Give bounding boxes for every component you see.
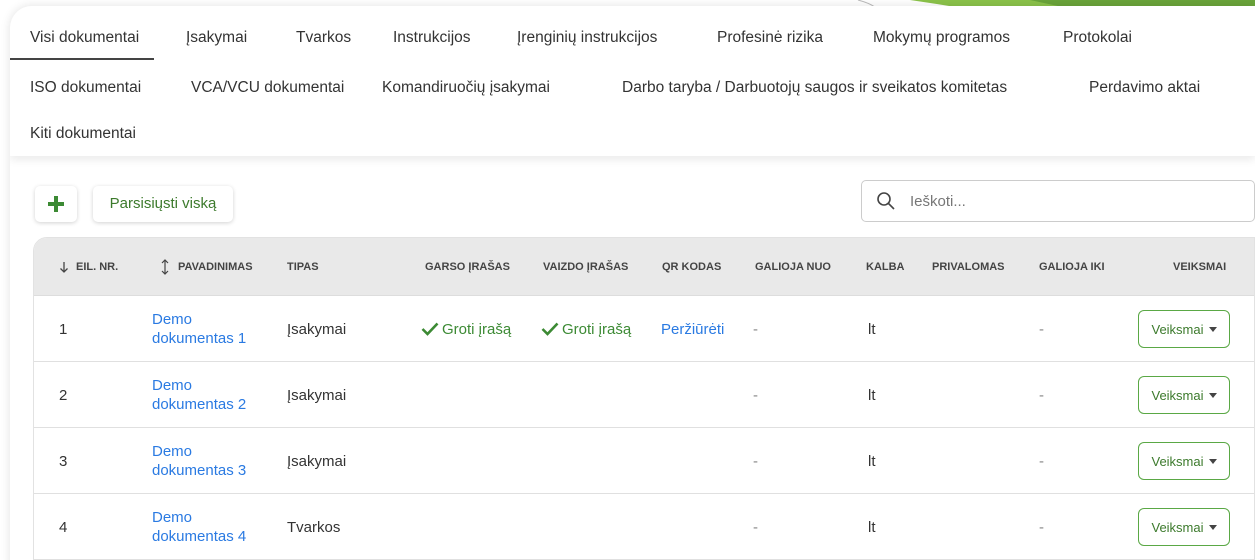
header-veiksmai: VEIKSMAI [1173, 261, 1227, 273]
search-icon [877, 192, 895, 210]
document-name-link[interactable]: Demo dokumentas 4 [152, 508, 272, 546]
tab-irenginiu-instrukcijos[interactable]: Įrenginių instrukcijos [517, 18, 657, 58]
tab-komandiruociu-isakymai[interactable]: Komandiruočių įsakymai [382, 68, 550, 108]
row-number: 3 [59, 452, 68, 470]
sort-desc-icon[interactable] [59, 261, 69, 273]
caret-down-icon [1208, 326, 1217, 332]
valid-from: - [753, 320, 758, 338]
plus-icon [48, 196, 64, 212]
valid-to: - [1039, 518, 1044, 536]
language: lt [868, 320, 876, 338]
caret-down-icon [1208, 458, 1217, 464]
language: lt [868, 518, 876, 536]
header-garso-irasas: GARSO ĮRAŠAS [425, 261, 510, 273]
documents-panel: Visi dokumentai Įsakymai Tvarkos Instruk… [10, 6, 1255, 560]
tab-darbo-taryba[interactable]: Darbo taryba / Darbuotojų saugos ir svei… [622, 68, 1007, 108]
header-qr-kodas: QR KODAS [662, 261, 722, 273]
sort-both-icon[interactable] [161, 259, 169, 275]
search-box [861, 180, 1255, 222]
tab-mokymu-programos[interactable]: Mokymų programos [873, 18, 1010, 58]
valid-from: - [753, 518, 758, 536]
tab-protokolai[interactable]: Protokolai [1063, 18, 1132, 58]
actions-dropdown-button[interactable]: Veiksmai [1138, 376, 1230, 414]
table-row: 3 Demo dokumentas 3 Įsakymai - lt - Veik… [34, 428, 1254, 494]
document-name-link[interactable]: Demo dokumentas 2 [152, 376, 272, 414]
actions-label: Veiksmai [1151, 321, 1204, 337]
actions-dropdown-button[interactable]: Veiksmai [1138, 508, 1230, 546]
download-all-button[interactable]: Parsisiųsti viską [93, 186, 233, 222]
header-eil-nr[interactable]: EIL. NR. [76, 238, 118, 296]
document-name-link[interactable]: Demo dokumentas 1 [152, 310, 272, 348]
header-galioja-iki: GALIOJA IKI [1039, 261, 1105, 273]
document-type: Įsakymai [287, 386, 347, 404]
add-document-button[interactable] [35, 186, 77, 222]
view-qr-link[interactable]: Peržiūrėti [661, 296, 724, 362]
play-audio-label: Groti įrašą [442, 320, 512, 338]
row-number: 1 [59, 320, 68, 338]
header-galioja-nuo: GALIOJA NUO [755, 261, 831, 273]
header-vaizdo-irasas: VAIZDO ĮRAŠAS [543, 261, 629, 273]
tab-iso-dokumentai[interactable]: ISO dokumentai [30, 68, 141, 108]
tab-vca-vcu-dokumentai[interactable]: VCA/VCU dokumentai [191, 68, 344, 108]
valid-from: - [753, 386, 758, 404]
valid-to: - [1039, 452, 1044, 470]
header-kalba: KALBA [866, 261, 905, 273]
table-row: 1 Demo dokumentas 1 Įsakymai Groti įrašą… [34, 296, 1254, 362]
table-row: 2 Demo dokumentas 2 Įsakymai - lt - Veik… [34, 362, 1254, 428]
actions-label: Veiksmai [1151, 387, 1204, 403]
search-input[interactable] [910, 189, 1230, 213]
actions-label: Veiksmai [1151, 453, 1204, 469]
actions-dropdown-button[interactable]: Veiksmai [1138, 442, 1230, 480]
caret-down-icon [1208, 524, 1217, 530]
actions-dropdown-button[interactable]: Veiksmai [1138, 310, 1230, 348]
play-video-label: Groti įrašą [562, 320, 632, 338]
tab-visi-dokumentai[interactable]: Visi dokumentai [10, 18, 155, 60]
document-type: Tvarkos [287, 518, 341, 536]
table-row: 4 Demo dokumentas 4 Tvarkos - lt - Veiks… [34, 494, 1254, 560]
actions-label: Veiksmai [1151, 519, 1204, 535]
header-privalomas: PRIVALOMAS [932, 261, 1005, 273]
documents-table: EIL. NR. PAVADINIMAS TIPAS GARSO ĮRAŠAS … [33, 237, 1255, 560]
document-name-link[interactable]: Demo dokumentas 3 [152, 442, 272, 480]
tab-instrukcijos[interactable]: Instrukcijos [393, 18, 471, 58]
tab-profesine-rizika[interactable]: Profesinė rizika [717, 18, 823, 58]
play-video-link[interactable]: Groti įrašą [541, 296, 631, 362]
document-type: Įsakymai [287, 452, 347, 470]
caret-down-icon [1208, 392, 1217, 398]
play-audio-link[interactable]: Groti įrašą [421, 296, 511, 362]
valid-from: - [753, 452, 758, 470]
language: lt [868, 452, 876, 470]
tab-perdavimo-aktai[interactable]: Perdavimo aktai [1089, 68, 1200, 108]
valid-to: - [1039, 386, 1044, 404]
check-icon [541, 322, 559, 336]
check-icon [421, 322, 439, 336]
tab-tvarkos[interactable]: Tvarkos [296, 18, 351, 58]
row-number: 4 [59, 518, 68, 536]
document-type: Įsakymai [287, 320, 347, 338]
language: lt [868, 386, 876, 404]
row-number: 2 [59, 386, 68, 404]
tab-isakymai[interactable]: Įsakymai [186, 18, 247, 58]
header-pavadinimas[interactable]: PAVADINIMAS [178, 238, 253, 296]
tab-kiti-dokumentai[interactable]: Kiti dokumentai [30, 114, 136, 154]
header-tipas: TIPAS [287, 261, 319, 273]
table-header: EIL. NR. PAVADINIMAS TIPAS GARSO ĮRAŠAS … [34, 238, 1254, 296]
document-tabs: Visi dokumentai Įsakymai Tvarkos Instruk… [10, 6, 1255, 156]
valid-to: - [1039, 320, 1044, 338]
